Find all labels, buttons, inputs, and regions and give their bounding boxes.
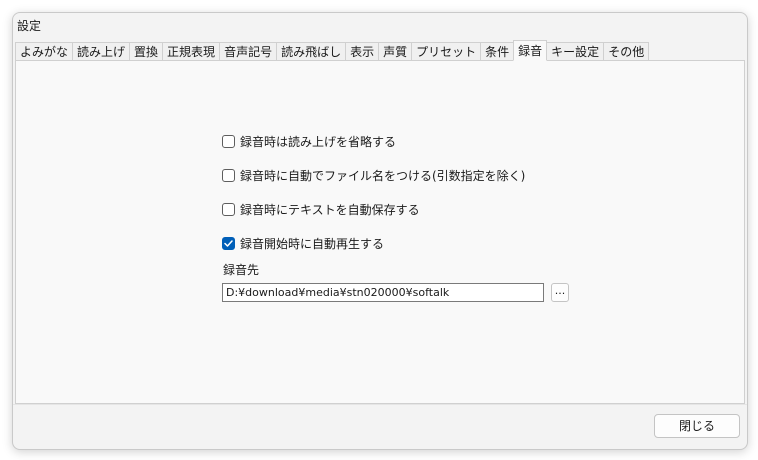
tab-phonetic-symbols[interactable]: 音声記号 (219, 42, 278, 61)
footer-divider (13, 404, 747, 405)
option-auto-filename[interactable]: 録音時に自動でファイル名をつける(引数指定を除く) (222, 166, 525, 184)
checkbox[interactable] (222, 134, 235, 148)
tab-preset[interactable]: プリセット (411, 42, 482, 61)
recording-folder-label: 録音先 (223, 263, 260, 277)
option-label: 録音時に自動でファイル名をつける(引数指定を除く) (240, 168, 526, 183)
tab-regex[interactable]: 正規表現 (162, 42, 221, 61)
tab-recording[interactable]: 録音 (513, 40, 548, 61)
settings-dialog: 設定 よみがな 読み上げ 置換 正規表現 音声記号 読み飛ばし 表示 声質 プリ… (12, 12, 748, 450)
tab-read-aloud[interactable]: 読み上げ (72, 42, 131, 61)
tab-display[interactable]: 表示 (345, 42, 380, 61)
option-label: 録音時は読み上げを省略する (240, 134, 397, 149)
option-auto-save-text[interactable]: 録音時にテキストを自動保存する (222, 200, 420, 218)
option-label: 録音開始時に自動再生する (240, 236, 385, 251)
checkbox[interactable] (222, 202, 235, 216)
checkbox-checked[interactable] (222, 236, 235, 250)
tab-yomigana[interactable]: よみがな (15, 42, 74, 61)
tab-skip-reading[interactable]: 読み飛ばし (276, 42, 347, 61)
option-autoplay-on-start[interactable]: 録音開始時に自動再生する (222, 234, 384, 252)
checkmark-icon (224, 239, 233, 247)
window-title: 設定 (17, 19, 42, 33)
checkbox[interactable] (222, 168, 235, 182)
option-label: 録音時にテキストを自動保存する (240, 202, 420, 217)
recording-tab-panel: 録音時は読み上げを省略する 録音時に自動でファイル名をつける(引数指定を除く) … (15, 60, 745, 404)
tab-replace[interactable]: 置換 (129, 42, 164, 61)
option-skip-reading-while-recording[interactable]: 録音時は読み上げを省略する (222, 132, 396, 150)
tab-strip: よみがな 読み上げ 置換 正規表現 音声記号 読み飛ばし 表示 声質 プリセット… (15, 40, 747, 61)
tab-key-settings[interactable]: キー設定 (546, 42, 605, 61)
tab-other[interactable]: その他 (603, 42, 650, 61)
tab-conditions[interactable]: 条件 (480, 42, 515, 61)
tab-voice-quality[interactable]: 声質 (378, 42, 413, 61)
close-button[interactable]: 閉じる (654, 414, 740, 438)
recording-folder-input[interactable] (222, 283, 544, 302)
browse-button[interactable]: ... (551, 283, 569, 302)
